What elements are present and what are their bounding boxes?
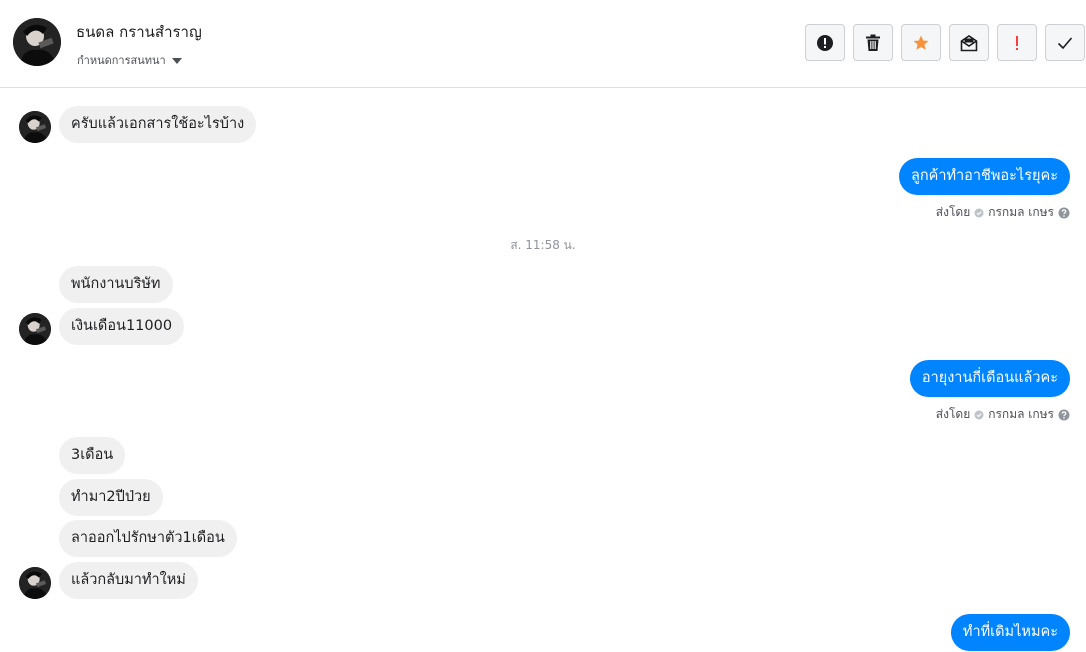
chevron-down-icon — [171, 57, 182, 64]
incoming-message[interactable]: ทำมา2ปีป่วย — [59, 479, 163, 516]
check-circle-icon — [974, 410, 984, 420]
outgoing-message[interactable]: ลูกค้าทำอาชีพอะไรยุคะ — [898, 158, 1070, 195]
outgoing-message[interactable]: อายุงานกี่เดือนแล้วคะ — [909, 360, 1070, 397]
avatar[interactable] — [19, 111, 51, 143]
envelope-icon — [960, 34, 978, 51]
sender-name[interactable]: กรกมล เกษร — [988, 405, 1054, 424]
outgoing-message[interactable]: ทำที่เดิมไหมคะ — [950, 614, 1070, 651]
delete-button[interactable] — [853, 24, 893, 61]
exclamation-circle-icon — [817, 34, 833, 51]
message-list[interactable]: ครับแล้วเอกสารใช้อะไรบ้าง ลูกค้าทำอาชีพอ… — [0, 89, 1086, 652]
sender-name[interactable]: กรกมล เกษร — [988, 203, 1054, 222]
sent-by-label: ส่งโดย — [935, 205, 971, 219]
report-spam-button[interactable] — [805, 24, 845, 61]
message-timestamp: ส. 11:58 น. — [510, 238, 576, 252]
help-icon[interactable] — [1058, 207, 1070, 219]
trash-icon — [866, 34, 880, 51]
sent-by-info: ส่งโดย กรกมล เกษร — [936, 203, 1070, 222]
help-icon[interactable] — [1058, 409, 1070, 421]
incoming-message[interactable]: เงินเดือน11000 — [59, 308, 185, 345]
contact-name[interactable]: ธนดล กรานสำราญ — [76, 20, 202, 44]
star-button[interactable] — [901, 24, 941, 61]
star-icon — [913, 35, 929, 50]
avatar[interactable] — [19, 313, 51, 345]
exclamation-icon — [1016, 35, 1018, 50]
check-icon — [1057, 36, 1073, 49]
conversation-settings-dropdown[interactable]: กำหนดการสนทนา — [77, 51, 182, 69]
incoming-message[interactable]: 3เดือน — [59, 437, 126, 474]
conversation-settings-label: กำหนดการสนทนา — [77, 54, 166, 67]
toolbar — [805, 24, 1085, 61]
follow-up-button[interactable] — [997, 24, 1037, 61]
avatar[interactable] — [19, 567, 51, 599]
incoming-message[interactable]: พนักงานบริษัท — [59, 266, 173, 303]
avatar[interactable] — [13, 18, 61, 66]
mark-unread-button[interactable] — [949, 24, 989, 61]
conversation-header: ธนดล กรานสำราญ กำหนดการสนทนา — [0, 0, 1086, 88]
mark-done-button[interactable] — [1045, 24, 1085, 61]
check-circle-icon — [974, 208, 984, 218]
incoming-message[interactable]: แล้วกลับมาทำใหม่ — [59, 562, 198, 599]
incoming-message[interactable]: ลาออกไปรักษาตัว1เดือน — [59, 520, 237, 557]
sent-by-label: ส่งโดย — [935, 407, 971, 421]
sent-by-info: ส่งโดย กรกมล เกษร — [936, 405, 1070, 424]
incoming-message[interactable]: ครับแล้วเอกสารใช้อะไรบ้าง — [59, 106, 257, 143]
